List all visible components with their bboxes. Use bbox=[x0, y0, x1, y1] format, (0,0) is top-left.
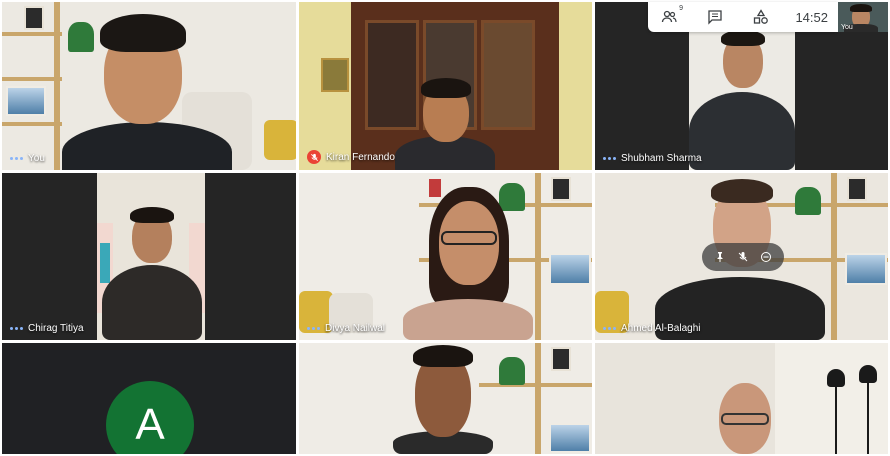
video-feed bbox=[299, 173, 592, 340]
video-feed bbox=[595, 343, 888, 454]
participant-name: You bbox=[28, 153, 45, 164]
pin-icon[interactable] bbox=[711, 248, 729, 266]
people-icon bbox=[661, 10, 677, 23]
participant-name-tag: Ahmed Al-Balaghi bbox=[603, 323, 701, 334]
participant-name: Ahmed Al-Balaghi bbox=[621, 323, 701, 334]
audio-indicator-icon bbox=[603, 327, 616, 330]
meeting-clock: 14:52 bbox=[795, 9, 828, 25]
participant-name: Kiran Fernando bbox=[326, 151, 395, 163]
participant-name: Divya Nailwal bbox=[325, 323, 386, 334]
participant-tile-8[interactable] bbox=[595, 343, 888, 454]
audio-indicator-icon bbox=[10, 157, 23, 160]
participants-count: 9 bbox=[679, 5, 683, 12]
participants-button[interactable]: 9 bbox=[658, 5, 683, 28]
mic-off-icon bbox=[307, 150, 321, 164]
tile-hover-controls bbox=[702, 243, 784, 271]
audio-indicator-icon bbox=[10, 327, 23, 330]
participant-tile-divya[interactable]: Divya Nailwal bbox=[299, 173, 592, 340]
activities-button[interactable] bbox=[750, 6, 772, 28]
video-feed bbox=[299, 2, 592, 170]
self-view-label: You bbox=[841, 24, 853, 31]
video-feed bbox=[299, 343, 592, 454]
audio-indicator-icon bbox=[603, 157, 616, 160]
participant-tile-avatar[interactable]: A bbox=[2, 343, 296, 454]
mute-participant-icon[interactable] bbox=[734, 248, 752, 266]
remove-participant-icon[interactable] bbox=[757, 248, 775, 266]
participant-tile-ahmed[interactable]: Ahmed Al-Balaghi bbox=[595, 173, 888, 340]
video-feed bbox=[2, 173, 296, 340]
self-view-thumbnail[interactable]: You bbox=[838, 2, 888, 32]
avatar: A bbox=[106, 381, 194, 454]
chat-icon bbox=[708, 10, 722, 25]
participant-name-tag: Kiran Fernando bbox=[307, 150, 395, 164]
participant-name: Shubham Sharma bbox=[621, 153, 702, 164]
video-grid: You Kiran Fernando Shubham Sharma Chirag… bbox=[0, 0, 890, 456]
shapes-icon bbox=[753, 9, 768, 24]
participant-tile-chirag[interactable]: Chirag Titiya bbox=[2, 173, 296, 340]
participant-name-tag: Chirag Titiya bbox=[10, 323, 84, 334]
audio-indicator-icon bbox=[307, 327, 320, 330]
participant-name-tag: Divya Nailwal bbox=[307, 323, 385, 334]
participant-name-tag: You bbox=[10, 153, 45, 164]
meeting-toolbar: 9 14:52 bbox=[648, 2, 838, 32]
participant-name-tag: Shubham Sharma bbox=[603, 153, 702, 164]
chat-button[interactable] bbox=[704, 6, 726, 28]
participant-name: Chirag Titiya bbox=[28, 323, 84, 334]
video-feed bbox=[2, 2, 296, 170]
participant-tile-kiran[interactable]: Kiran Fernando bbox=[299, 2, 592, 170]
participant-tile-7[interactable] bbox=[299, 343, 592, 454]
participant-tile-you[interactable]: You bbox=[2, 2, 296, 170]
